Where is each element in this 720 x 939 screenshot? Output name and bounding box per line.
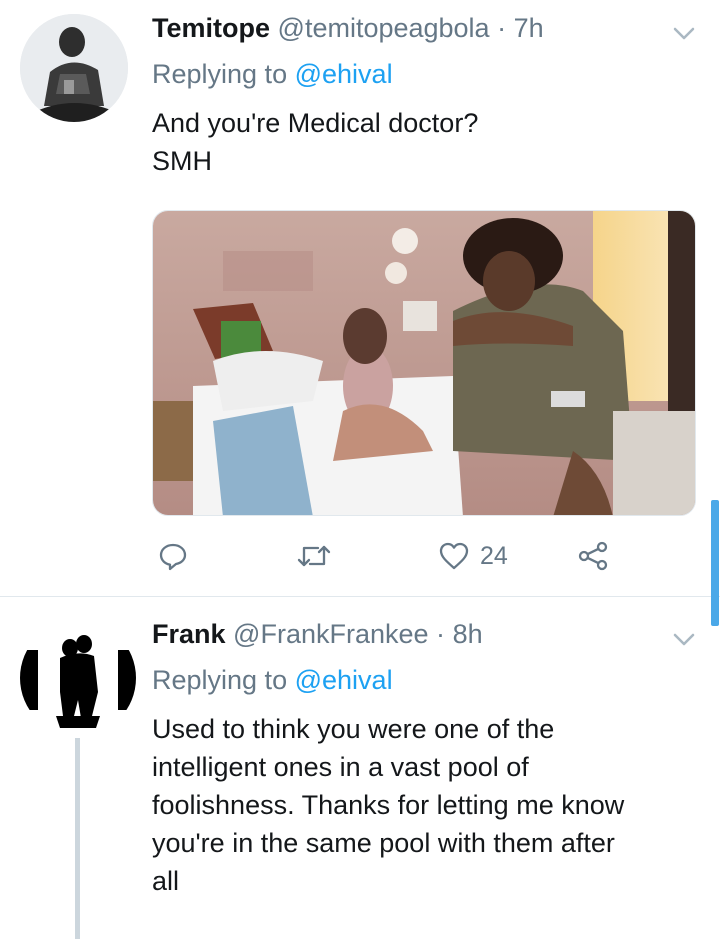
tweet[interactable]: Temitope @temitopeagbola · 7h Replying t… xyxy=(0,0,720,596)
mention-link[interactable]: @ehival xyxy=(295,665,393,695)
like-count: 24 xyxy=(480,541,508,570)
display-name[interactable]: Frank xyxy=(152,619,226,649)
reply-button[interactable] xyxy=(158,536,198,576)
separator-dot: · xyxy=(436,619,446,649)
tweet-header: Temitope @temitopeagbola · 7h xyxy=(152,12,544,44)
tweet-text-line: SMH xyxy=(152,146,212,176)
tweet-text-line: And you're Medical doctor? xyxy=(152,108,479,138)
tweet-header: Frank @FrankFrankee · 8h xyxy=(152,618,483,650)
tweet-text-line: you're in the same pool with them after xyxy=(152,828,615,858)
tweet-text-line: foolishness. Thanks for letting me know xyxy=(152,790,625,820)
timestamp[interactable]: 7h xyxy=(514,13,544,43)
display-name[interactable]: Temitope xyxy=(152,13,270,43)
tweet-media-image[interactable] xyxy=(152,210,696,516)
tweet-text-line: all xyxy=(152,866,180,896)
share-icon xyxy=(578,541,608,571)
timestamp[interactable]: 8h xyxy=(453,619,483,649)
share-button[interactable] xyxy=(577,536,609,576)
avatar[interactable] xyxy=(20,620,136,736)
tweet-text-line: intelligent ones in a vast pool of xyxy=(152,752,529,782)
avatar[interactable] xyxy=(20,14,128,122)
tweet-actions: 24 xyxy=(152,536,632,576)
thread-line xyxy=(75,738,80,939)
chevron-down-icon[interactable] xyxy=(671,20,697,46)
user-handle[interactable]: @temitopeagbola xyxy=(278,13,490,43)
retweet-button[interactable] xyxy=(297,536,341,576)
tweet-text-line: Used to think you were one of the xyxy=(152,714,555,744)
user-handle[interactable]: @FrankFrankee xyxy=(233,619,428,649)
heart-icon xyxy=(439,542,469,570)
scrollbar[interactable] xyxy=(711,500,719,626)
replying-to: Replying to @ehival xyxy=(152,664,393,696)
separator-dot: · xyxy=(497,13,507,43)
retweet-icon xyxy=(297,545,331,567)
chevron-down-icon[interactable] xyxy=(671,626,697,652)
replying-to: Replying to @ehival xyxy=(152,58,393,90)
replying-to-label: Replying to xyxy=(152,59,288,89)
like-button[interactable]: 24 xyxy=(438,536,508,576)
reply-icon xyxy=(159,543,187,571)
replying-to-label: Replying to xyxy=(152,665,288,695)
tweet-text: And you're Medical doctor? SMH xyxy=(152,104,672,180)
tweet-text: Used to think you were one of the intell… xyxy=(152,710,697,900)
mention-link[interactable]: @ehival xyxy=(295,59,393,89)
